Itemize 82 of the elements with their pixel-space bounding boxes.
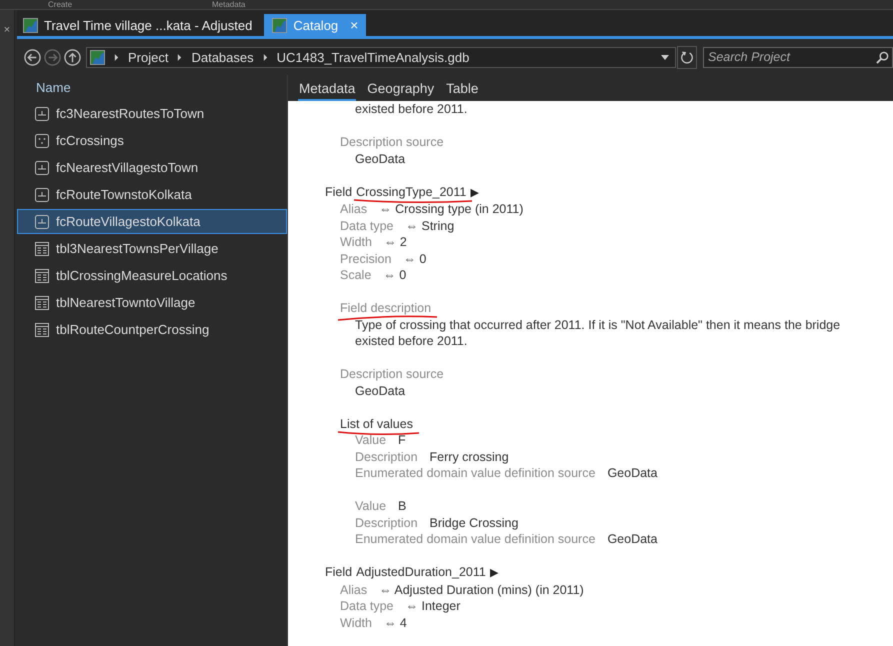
property-value: Bridge Crossing [430,514,518,531]
chevron-icon [262,54,268,60]
catalog-item[interactable]: fcRouteTownstoKolkata [17,182,287,207]
path-field[interactable]: Project Databases UC1483_TravelTimeAnalysis.gdb [86,46,676,68]
view-tab[interactable]: Table [445,81,480,101]
property-label: Enumerated domain value definition source [355,465,596,482]
property-value: ⇔ 4 [384,614,407,631]
field-name: CrossingType_2011 [356,184,466,198]
property-value: Ferry crossing [430,448,509,465]
line-feature-icon [35,160,49,174]
property-value: ⇔ 0 [383,267,406,284]
expand-arrow[interactable]: ▶ [470,184,478,201]
map-icon [23,18,38,32]
table-icon [35,268,49,282]
property-value: ⇔ 2 [384,234,407,250]
property-value: F [398,432,406,448]
property-value: ⇔ String [406,218,454,234]
section-label: Field description [340,301,432,315]
property-label: Value [355,432,386,448]
catalog-item[interactable]: tbl3NearestTownsPerVillage [17,236,287,261]
catalog-item[interactable]: tblCrossingMeasureLocations [17,263,287,288]
point-feature-icon [35,134,49,148]
catalog-item[interactable]: tblRouteCountperCrossing [17,317,287,342]
refresh-button[interactable] [677,46,697,68]
section-label: List of values [340,416,413,430]
catalog-item[interactable]: fcRouteVillagestoKolkata [17,209,287,234]
property-value: ⇔ Integer [406,598,460,614]
field-name: AdjustedDuration_2011 [356,565,486,579]
search-icon[interactable] [876,50,889,64]
property-label: Alias [340,201,368,218]
chevron-icon [114,54,119,60]
property-value: ⇔ Crossing type (in 2011) [379,201,524,218]
table-icon [35,322,49,336]
section-value: GeoData [354,382,406,399]
catalog-item[interactable]: fcCrossings [17,128,287,153]
property-label: Scale [340,267,372,284]
dropdown-caret-icon[interactable] [661,54,669,60]
chevron-icon [177,54,182,60]
property-label: Enumerated domain value definition source [355,531,596,548]
breadcrumb-link[interactable]: Project [128,50,168,64]
table-icon [35,242,49,256]
close-icon[interactable]: × [4,24,10,36]
section-value: GeoData [354,150,406,167]
property-label: Description [355,514,418,531]
map-icon [90,50,105,64]
line-feature-icon [35,188,49,202]
property-value: ⇔ 0 [403,250,426,267]
ribbon-group-label: Create [48,0,72,9]
line-feature-icon [35,214,49,228]
property-label: Width [340,614,372,631]
field-label: Field [325,184,352,200]
section-label: Description source [340,367,444,381]
field-label: Field [325,564,352,580]
property-label: Alias [340,582,368,598]
description-text: existed before 2011. [354,101,468,118]
property-label: Value [355,498,386,514]
view-tab[interactable]: Geography [366,81,436,101]
catalog-item[interactable]: fc3NearestRoutesToTown [17,101,287,126]
document-tab[interactable]: Travel Time village ...kata - Adjusted [21,14,260,36]
section-value: Type of crossing that occurred after 2011. If it is "Not Available" then it means the bridge existed before 2011. [354,316,842,350]
property-value: B [398,498,406,514]
ribbon-group-label: Metadata [212,0,246,9]
table-icon [35,296,49,310]
catalog-item[interactable]: tblNearestTowntoVillage [17,290,287,315]
property-label: Width [340,234,372,250]
line-feature-icon [35,106,49,120]
property-value: GeoData [607,465,658,482]
property-label: Description [355,448,418,465]
map-icon [272,18,288,32]
property-label: Data type [340,598,394,614]
column-header[interactable]: Name [17,77,287,101]
property-label: Precision [340,250,392,267]
property-label: Data type [340,218,394,234]
refresh-icon [680,50,694,64]
search-field[interactable]: Search Project [703,46,893,68]
breadcrumb-link[interactable]: UC1483_TravelTimeAnalysis.gdb [276,50,470,64]
catalog-item[interactable]: fcNearestVillagestoTown [17,155,287,180]
breadcrumb-link[interactable]: Databases [191,50,254,64]
section-label: Description source [340,135,444,149]
property-value: GeoData [607,531,658,548]
property-value: ⇔ Adjusted Duration (mins) (in 2011) [379,582,584,598]
expand-arrow[interactable]: ▶ [490,565,498,582]
